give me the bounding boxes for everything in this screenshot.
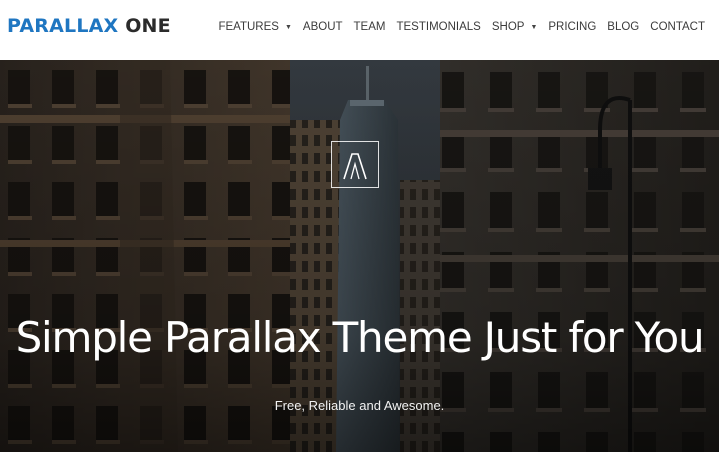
nav-item-shop[interactable]: SHOP ▼ xyxy=(492,21,538,33)
hero-section: Simple Parallax Theme Just for You Free,… xyxy=(0,60,719,452)
nav-item-label: CONTACT xyxy=(650,21,705,33)
nav-item-about[interactable]: ABOUT xyxy=(303,21,343,33)
nav-item-contact[interactable]: CONTACT xyxy=(650,21,705,33)
nav-item-label: PRICING xyxy=(548,21,597,33)
hero-title: Simple Parallax Theme Just for You xyxy=(15,313,705,362)
nav-item-team[interactable]: TEAM xyxy=(354,21,386,33)
nav-item-label: FEATURES xyxy=(218,21,279,33)
nav-item-label: SHOP xyxy=(491,21,525,33)
logo-part-parallax: PARALLAX xyxy=(7,15,119,37)
nav-item-label: TEAM xyxy=(353,21,386,33)
nav-item-label: ABOUT xyxy=(302,21,343,33)
caret-down-icon: ▼ xyxy=(284,23,292,31)
parallax-logo-mark-icon xyxy=(331,141,379,188)
hero-background-image xyxy=(0,60,719,452)
site-logo[interactable]: PARALLAX ONE xyxy=(7,15,171,37)
nav-item-label: TESTIMONIALS xyxy=(396,21,481,33)
site-header: PARALLAX ONE FEATURES ▼ ABOUT TEAM TESTIM… xyxy=(0,0,719,60)
main-nav: FEATURES ▼ ABOUT TEAM TESTIMONIALS SHOP ▼ … xyxy=(218,21,705,33)
nav-item-pricing[interactable]: PRICING xyxy=(548,21,596,33)
hero-subtitle: Free, Reliable and Awesome. xyxy=(274,398,445,413)
nav-item-label: BLOG xyxy=(607,21,640,33)
nav-item-testimonials[interactable]: TESTIMONIALS xyxy=(396,21,480,33)
nav-item-blog[interactable]: BLOG xyxy=(607,21,639,33)
nav-item-features[interactable]: FEATURES ▼ xyxy=(218,21,291,33)
logo-part-one: ONE xyxy=(118,15,171,37)
caret-down-icon: ▼ xyxy=(530,23,538,31)
